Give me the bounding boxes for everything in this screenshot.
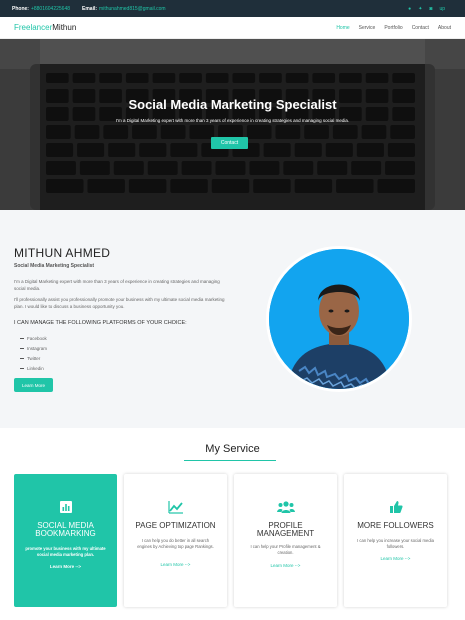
phone-info: Phone: +8801604225648 bbox=[12, 6, 70, 12]
service-card-profile-management[interactable]: PROFILE MANAGEMENT I can help your Profi… bbox=[234, 474, 337, 607]
upwork-icon[interactable]: up bbox=[439, 6, 445, 12]
platforms-list: Facebook Instagram Twitter Linkedin bbox=[20, 333, 47, 373]
brand-logo[interactable]: FreelancerMithun bbox=[14, 23, 76, 32]
person-role: Social Media Marketing Specialist bbox=[14, 263, 95, 269]
main-navbar: FreelancerMithun Home Service Portfolio … bbox=[0, 17, 465, 39]
nav-item-portfolio[interactable]: Portfolio bbox=[384, 25, 402, 31]
nav-item-service[interactable]: Service bbox=[359, 25, 376, 31]
email-label: Email: bbox=[82, 5, 98, 12]
service-card-social-media-bookmarking[interactable]: SOCIAL MEDIA BOOKMARKING promote your bu… bbox=[14, 474, 117, 607]
nav-item-home[interactable]: Home bbox=[336, 25, 349, 31]
facebook-icon[interactable]: ● bbox=[408, 6, 411, 12]
nav-item-about[interactable]: About bbox=[438, 25, 451, 31]
platform-item: Twitter bbox=[20, 353, 47, 363]
service-card-page-optimization[interactable]: PAGE OPTIMIZATION I can help you do bett… bbox=[124, 474, 227, 607]
phone-value[interactable]: +8801604225648 bbox=[31, 6, 70, 12]
service-card-title: PAGE OPTIMIZATION bbox=[135, 521, 216, 530]
service-card-more-followers[interactable]: MORE FOLLOWERS I can help you increase y… bbox=[344, 474, 447, 607]
learn-more-button[interactable]: Learn More bbox=[14, 378, 53, 392]
service-card-description: I can help you increase your social medi… bbox=[357, 538, 434, 549]
top-contact-bar: Phone: +8801604225648 Email: mithunahmed… bbox=[0, 0, 465, 17]
service-card-title: PROFILE MANAGEMENT bbox=[256, 521, 315, 538]
hero-subtitle: I'm a Digital Marketing expert with more… bbox=[115, 118, 350, 123]
service-card-title: SOCIAL MEDIA BOOKMARKING bbox=[35, 521, 96, 538]
service-card-description: I can help your Profile management & cre… bbox=[250, 544, 321, 555]
about-paragraph-2: I'll professionally assist you professio… bbox=[14, 297, 225, 309]
platform-item: Instagram bbox=[20, 343, 47, 353]
brand-accent: Freelancer bbox=[14, 23, 53, 32]
email-value[interactable]: mithunahmed815@gmail.com bbox=[99, 6, 166, 12]
platform-item: Facebook bbox=[20, 333, 47, 343]
services-title-underline bbox=[184, 460, 276, 461]
social-links: ● ✦ ◙ up bbox=[408, 6, 445, 12]
brand-rest: Mithun bbox=[52, 23, 77, 32]
service-card-learn-more-link[interactable]: Learn More --> bbox=[234, 563, 337, 568]
person-name: MITHUN AHMED bbox=[14, 246, 111, 260]
services-title: My Service bbox=[205, 443, 260, 455]
phone-label: Phone: bbox=[12, 5, 29, 12]
service-card-learn-more-link[interactable]: Learn More --> bbox=[344, 556, 447, 561]
instagram-icon[interactable]: ◙ bbox=[429, 6, 432, 12]
about-section: MITHUN AHMED Social Media Marketing Spec… bbox=[0, 210, 465, 428]
contact-button[interactable]: Contact bbox=[211, 137, 248, 149]
thumbs-up-icon bbox=[344, 500, 447, 514]
platform-item: Linkedin bbox=[20, 363, 47, 373]
service-card-learn-more-link[interactable]: Learn More --> bbox=[14, 564, 117, 569]
profile-photo bbox=[266, 246, 412, 392]
hero-overlay bbox=[0, 39, 465, 210]
users-icon bbox=[234, 500, 337, 514]
service-card-description: promote your business with my ultimate s… bbox=[25, 546, 106, 557]
service-card-description: I can help you do better in all search e… bbox=[137, 538, 214, 549]
email-info: Email: mithunahmed815@gmail.com bbox=[82, 6, 166, 12]
hero-title: Social Media Marketing Specialist bbox=[128, 97, 337, 112]
nav-menu: Home Service Portfolio Contact About bbox=[336, 25, 451, 31]
nav-item-contact[interactable]: Contact bbox=[412, 25, 429, 31]
platforms-heading: I CAN MANAGE THE FOLLOWING PLATFORMS OF … bbox=[14, 320, 187, 326]
bar-chart-icon bbox=[14, 500, 117, 514]
trend-chart-icon bbox=[124, 500, 227, 514]
service-card-title: MORE FOLLOWERS bbox=[357, 521, 434, 530]
service-card-learn-more-link[interactable]: Learn More --> bbox=[124, 562, 227, 567]
profile-photo-illustration bbox=[269, 249, 409, 389]
twitter-icon[interactable]: ✦ bbox=[418, 6, 422, 12]
about-paragraph-1: I'm a Digital Marketing expert with more… bbox=[14, 279, 220, 291]
hero-section: Social Media Marketing Specialist I'm a … bbox=[0, 39, 465, 210]
